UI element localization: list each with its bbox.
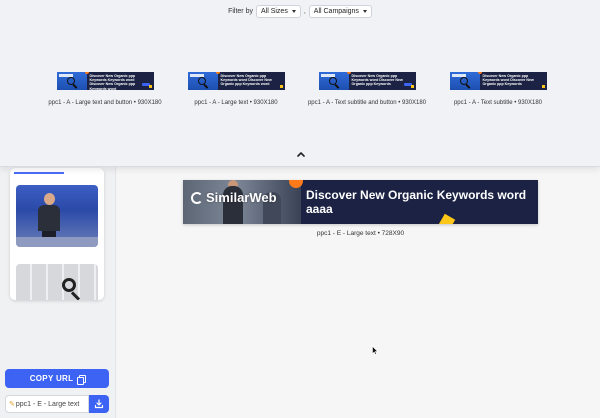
- background-thumbnail-speaker[interactable]: [16, 185, 98, 247]
- background-thumbnail-keyboard[interactable]: [16, 264, 98, 300]
- variant-caption: ppc1 - A - Large text • 930X180: [194, 100, 278, 106]
- banner-headline: Discover New Organic Keywords word aaaa: [306, 188, 527, 216]
- variant-card[interactable]: Discover New Organic ppp Keywords word D…: [176, 72, 296, 106]
- variant-card[interactable]: Discover New Organic ppp Keywords Keywor…: [45, 72, 165, 106]
- copy-url-button[interactable]: COPY URL: [5, 369, 109, 388]
- filter-bar: Filter by All Sizes , All Campaigns: [0, 4, 600, 18]
- campaign-filter-value: All Campaigns: [313, 7, 359, 15]
- variant-banner-text: Discover New Organic ppp Keywords word D…: [482, 74, 534, 87]
- copy-url-label: COPY URL: [29, 374, 74, 383]
- download-icon: [94, 399, 104, 409]
- size-filter-value: All Sizes: [260, 7, 288, 15]
- variant-card[interactable]: Discover New Organic ppp Keywords word D…: [438, 72, 558, 106]
- pencil-icon: ✎: [9, 401, 15, 408]
- active-tab-indicator: [14, 172, 64, 174]
- download-button[interactable]: [89, 395, 109, 413]
- variant-card[interactable]: Discover New Organic ppp Keywords word D…: [307, 72, 427, 106]
- variant-banner-text: Discover New Organic ppp Keywords word D…: [220, 74, 272, 87]
- similarweb-logo: SimilarWeb: [191, 190, 277, 205]
- filter-separator: ,: [303, 7, 306, 15]
- chevron-down-icon: [291, 9, 296, 13]
- variants-dropdown-panel: Filter by All Sizes , All Campaigns Disc…: [0, 0, 600, 167]
- similarweb-logo-icon: [191, 191, 203, 204]
- chevron-up-icon: [297, 152, 305, 157]
- variant-banner-text: Discover New Organic ppp Keywords word D…: [351, 74, 403, 87]
- variant-thumbnail: Discover New Organic ppp Keywords word D…: [187, 72, 285, 90]
- filter-label: Filter by: [228, 7, 253, 15]
- banner-preview: SimilarWeb Discover New Organic Keywords…: [183, 180, 538, 224]
- variant-caption: ppc1 - A - Text subtitle and button • 93…: [307, 100, 427, 106]
- preview-caption: ppc1 - E - Large text • 728X90: [316, 230, 405, 237]
- mouse-cursor-icon: [372, 346, 378, 355]
- variant-thumbnail: Discover New Organic ppp Keywords Keywor…: [56, 72, 154, 90]
- variant-thumbnail: Discover New Organic ppp Keywords word D…: [449, 72, 547, 90]
- chevron-down-icon: [362, 9, 367, 13]
- campaign-filter-select[interactable]: All Campaigns: [308, 4, 372, 18]
- logo-text: SimilarWeb: [206, 190, 277, 205]
- variant-thumbnail: Discover New Organic ppp Keywords word D…: [318, 72, 416, 90]
- variant-caption: ppc1 - A - Large text and button • 930X1…: [48, 100, 162, 106]
- variant-banner-text: Discover New Organic ppp Keywords Keywor…: [89, 74, 136, 90]
- filename-input[interactable]: ✎ ppc1 - E - Large text: [5, 395, 89, 413]
- collapse-panel-button[interactable]: [296, 150, 306, 158]
- variant-caption: ppc1 - A - Text subtitle • 930X180: [453, 100, 543, 106]
- copy-icon: [77, 374, 87, 385]
- filename-value: ppc1 - E - Large text: [15, 400, 80, 408]
- size-filter-select[interactable]: All Sizes: [255, 4, 301, 18]
- background-image-picker[interactable]: [10, 168, 104, 300]
